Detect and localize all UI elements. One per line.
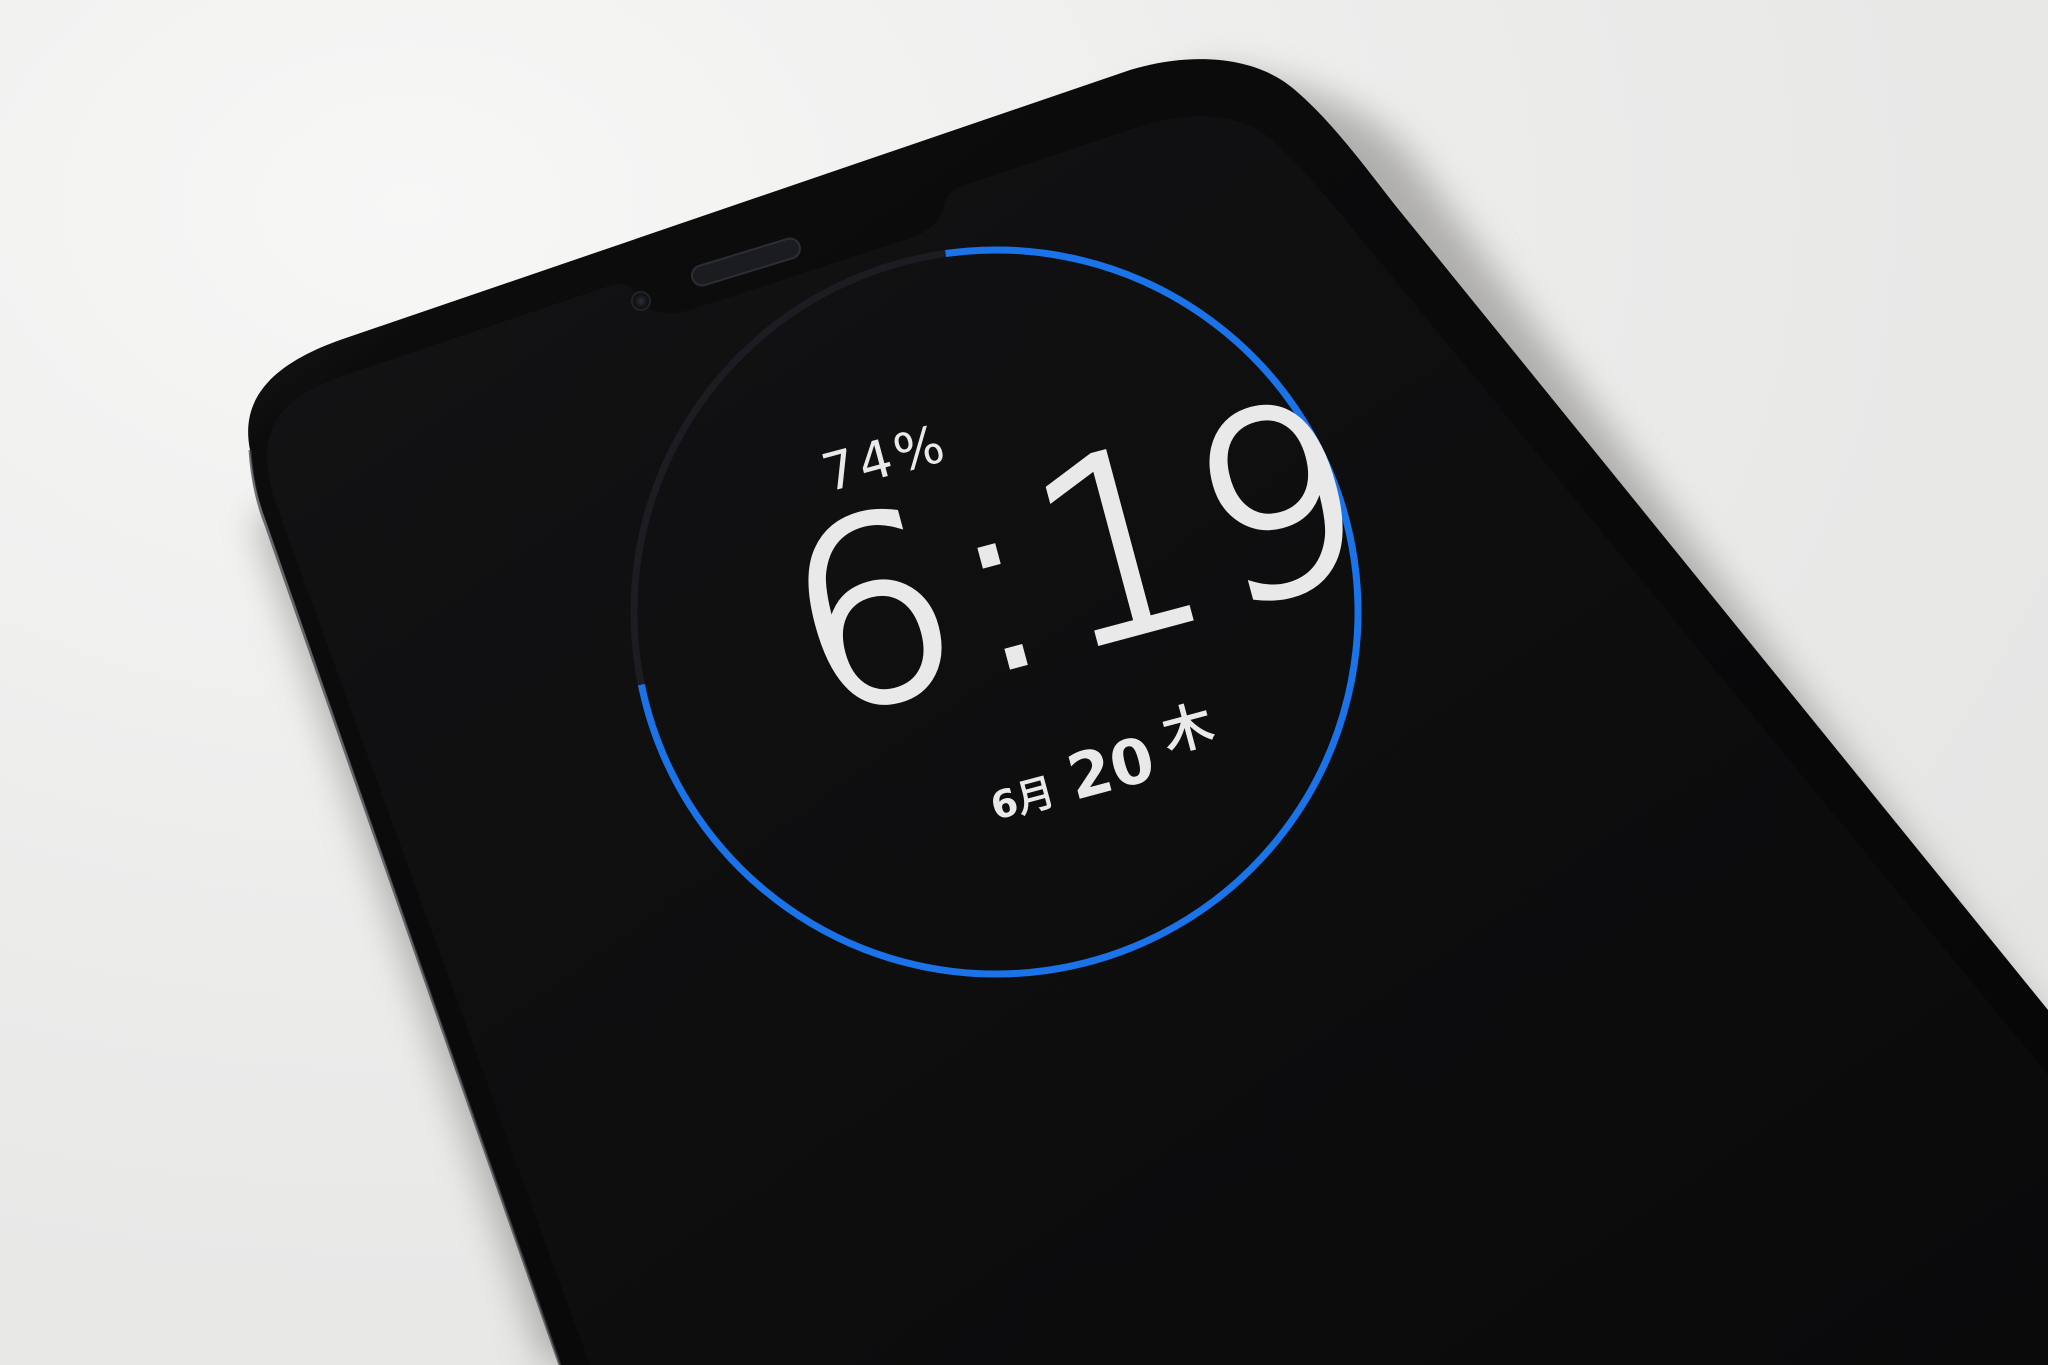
scene-svg: 74% 6:19 6月 20 木	[248, 59, 2048, 1365]
photo-scene: 74% 6:19 6月 20 木	[0, 0, 2048, 1365]
camera-lens-icon	[631, 291, 651, 311]
